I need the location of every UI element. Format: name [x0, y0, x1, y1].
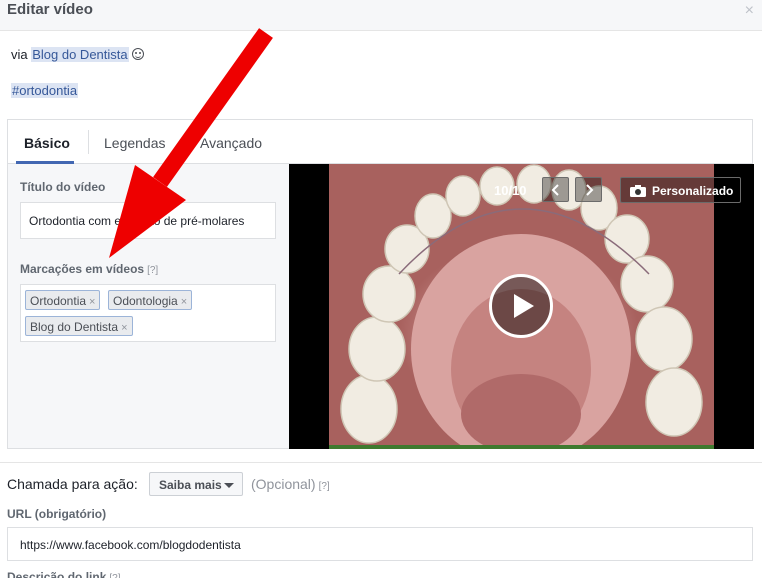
help-icon[interactable]: [?]: [319, 481, 330, 492]
url-input[interactable]: https://www.facebook.com/blogdodentista: [7, 527, 753, 561]
post-via-line: via Blog do Dentista: [11, 47, 144, 62]
video-thumbnail-preview[interactable]: 10/10 Personalizado: [289, 164, 754, 449]
thumbnail-counter: 10/10: [494, 183, 527, 198]
video-title-label: Título do vídeo: [20, 180, 106, 194]
hashtag-link[interactable]: #ortodontia: [11, 83, 79, 98]
via-prefix: via: [11, 47, 32, 62]
chevron-left-icon: [551, 184, 559, 196]
tag-chip-odontologia: Odontologia ×: [108, 290, 193, 310]
cta-selected-value: Saiba mais: [159, 478, 222, 492]
help-icon[interactable]: [?]: [147, 265, 158, 276]
previous-thumbnail-button[interactable]: [542, 177, 569, 202]
smiley-icon: [131, 48, 144, 60]
next-thumbnail-button[interactable]: [575, 177, 602, 202]
caret-down-icon: [224, 483, 234, 488]
remove-tag-icon[interactable]: ×: [89, 296, 95, 308]
section-divider: [0, 462, 762, 463]
thumbnail-strip: [329, 445, 714, 449]
remove-tag-icon[interactable]: ×: [181, 296, 187, 308]
dialog-title: Editar vídeo: [7, 1, 93, 18]
video-title-input[interactable]: Ortodontia com extração de pré-molares: [20, 202, 276, 239]
remove-tag-icon[interactable]: ×: [121, 322, 127, 334]
cta-dropdown[interactable]: Saiba mais: [149, 472, 243, 496]
custom-thumbnail-button[interactable]: Personalizado: [620, 177, 741, 203]
tab-basico[interactable]: Básico: [24, 135, 70, 151]
chevron-right-icon: [586, 184, 594, 196]
tag-chip-blog-do-dentista: Blog do Dentista ×: [25, 316, 133, 336]
video-settings-panel: Básico Legendas Avançado Título do vídeo…: [7, 119, 754, 449]
tag-chip-ortodontia: Ortodontia ×: [25, 290, 101, 310]
play-button[interactable]: [489, 274, 553, 338]
close-icon[interactable]: ×: [745, 2, 754, 20]
tab-separator: [88, 130, 89, 154]
url-label: URL (obrigatório): [7, 507, 107, 521]
help-icon[interactable]: [?]: [109, 573, 120, 578]
custom-thumbnail-label: Personalizado: [652, 184, 734, 198]
tab-legendas[interactable]: Legendas: [104, 135, 166, 151]
link-description-label: Descrição do link[?]: [7, 570, 121, 578]
tab-avancado[interactable]: Avançado: [200, 135, 262, 151]
video-tags-input[interactable]: Ortodontia × Odontologia × Blog do Dentist…: [20, 284, 276, 342]
camera-icon: [630, 185, 646, 197]
cta-label: Chamada para ação:: [7, 476, 138, 492]
dialog-header: Editar vídeo ×: [0, 0, 762, 31]
video-tags-label: Marcações em vídeos [?]: [20, 262, 159, 276]
tab-bar: Básico Legendas Avançado: [8, 120, 752, 164]
page-mention-link[interactable]: Blog do Dentista: [31, 47, 129, 62]
cta-optional-note: (Opcional) [?]: [251, 476, 330, 492]
play-icon: [514, 294, 534, 318]
active-tab-indicator: [16, 161, 74, 164]
